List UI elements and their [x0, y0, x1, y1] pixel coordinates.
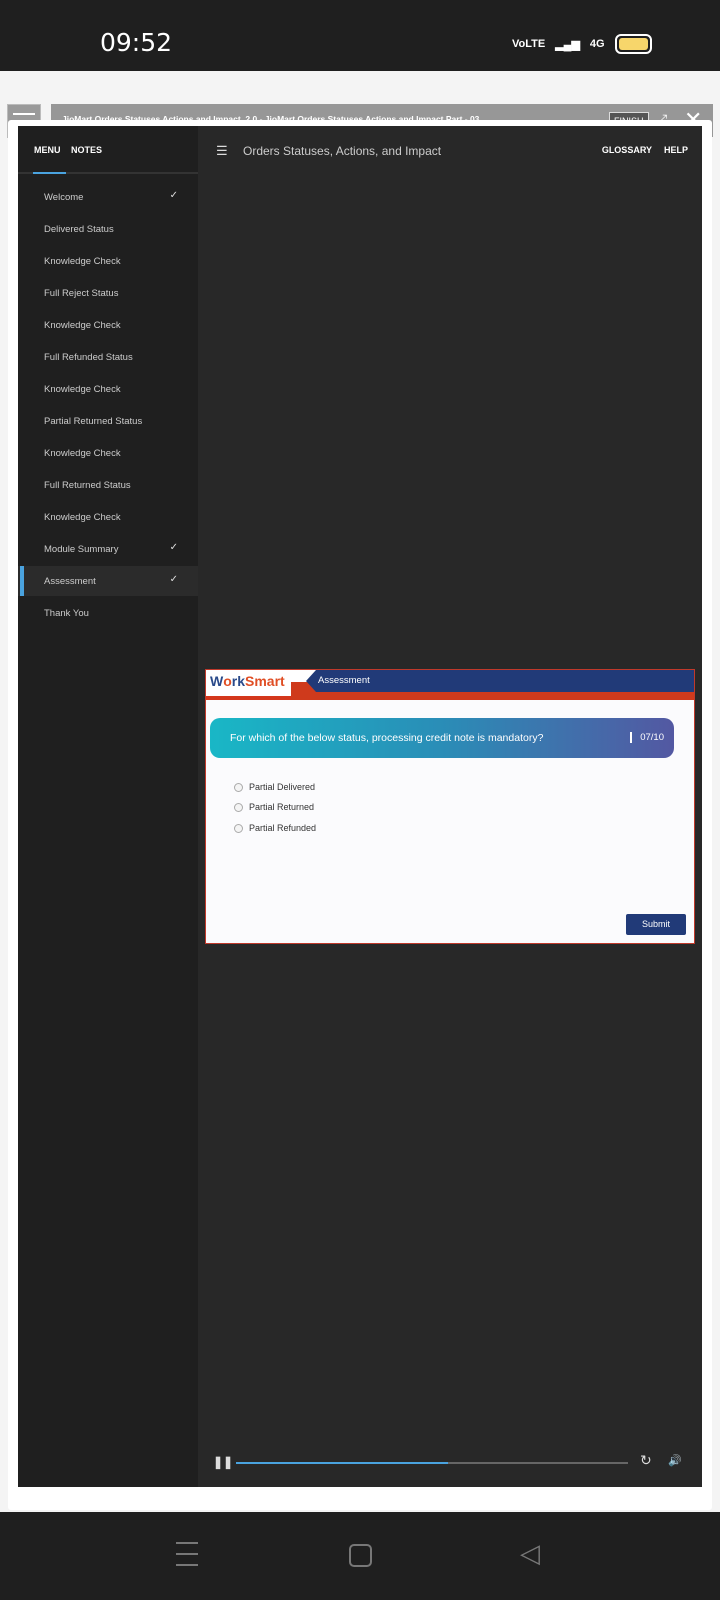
- progress-bar[interactable]: [236, 1462, 628, 1464]
- check-icon: ✓: [169, 542, 178, 553]
- sidebar-item-label: Delivered Status: [44, 224, 114, 235]
- sidebar-item-label: Welcome: [44, 192, 84, 203]
- sidebar-item-label: Knowledge Check: [44, 512, 121, 523]
- volume-icon[interactable]: 🔊: [668, 1454, 682, 1467]
- sidebar-item-label: Knowledge Check: [44, 256, 121, 267]
- radio-icon[interactable]: [234, 802, 243, 812]
- worksmart-logo: WorkSmart: [210, 673, 285, 689]
- volte-icon: VoLTE: [512, 38, 546, 50]
- pause-icon[interactable]: ❚❚: [213, 1455, 233, 1469]
- sidebar-item[interactable]: Welcome ✓: [18, 182, 198, 212]
- sidebar-item[interactable]: Full Reject Status: [18, 278, 198, 308]
- sidebar-item-label: Module Summary: [44, 544, 119, 555]
- sidebar-item[interactable]: Assessment ✓: [18, 566, 198, 596]
- question-text: For which of the below status, processin…: [230, 732, 544, 744]
- sidebar-item-label: Knowledge Check: [44, 320, 121, 331]
- sidebar-item-label: Knowledge Check: [44, 448, 121, 459]
- module-title: Orders Statuses, Actions, and Impact: [243, 144, 442, 158]
- option-radio[interactable]: Partial Returned: [234, 802, 314, 812]
- option-label: Partial Delivered: [249, 782, 316, 792]
- hamburger-icon[interactable]: ☰: [216, 143, 228, 159]
- course-player: MENU NOTES Welcome ✓ Delivered Status Knowl…: [18, 126, 702, 1487]
- sidebar-item[interactable]: Module Summary ✓: [18, 534, 198, 564]
- radio-icon[interactable]: [234, 823, 243, 833]
- sidebar-item[interactable]: Full Refunded Status: [18, 342, 198, 372]
- option-label: Partial Returned: [249, 802, 315, 812]
- sidebar-item[interactable]: Knowledge Check: [18, 246, 198, 276]
- question-banner: For which of the below status, processin…: [210, 718, 674, 758]
- option-label: Partial Refunded: [249, 823, 317, 833]
- sidebar-item-label: Thank You: [44, 608, 89, 619]
- radio-icon[interactable]: [234, 782, 243, 792]
- help-link[interactable]: HELP: [664, 145, 688, 155]
- sidebar-item-label: Assessment: [44, 576, 96, 587]
- sidebar-item-label: Partial Returned Status: [44, 416, 143, 427]
- sidebar-item-label: Full Reject Status: [44, 288, 119, 299]
- home-icon[interactable]: [349, 1544, 372, 1567]
- sidebar-item[interactable]: Knowledge Check: [18, 374, 198, 404]
- sidebar-item[interactable]: Knowledge Check: [18, 438, 198, 468]
- option-radio[interactable]: Partial Delivered: [234, 782, 315, 792]
- tab-notes[interactable]: NOTES: [71, 145, 102, 155]
- battery-icon: [614, 34, 652, 54]
- assessment-slide: WorkSmart Assessment For which of the be…: [205, 669, 695, 944]
- signal-icon: ▂▄▆: [555, 38, 580, 51]
- sidebar-item-label: Full Refunded Status: [44, 352, 133, 363]
- back-icon[interactable]: ◁: [520, 1538, 540, 1569]
- glossary-link[interactable]: GLOSSARY: [602, 145, 652, 155]
- clock: 09:52: [100, 28, 173, 57]
- sidebar-item[interactable]: Knowledge Check: [18, 310, 198, 340]
- sidebar-item-label: Knowledge Check: [44, 384, 121, 395]
- sidebar-item[interactable]: Knowledge Check: [18, 502, 198, 532]
- check-icon: ✓: [169, 190, 178, 201]
- question-counter: 07/10: [630, 732, 664, 743]
- replay-icon[interactable]: ↻: [640, 1452, 652, 1469]
- sidebar-item[interactable]: Thank You: [18, 598, 198, 628]
- sidebar-item[interactable]: Partial Returned Status: [18, 406, 198, 436]
- recents-icon[interactable]: [176, 1542, 198, 1575]
- sidebar: MENU NOTES Welcome ✓ Delivered Status Knowl…: [18, 126, 198, 1487]
- section-title: Assessment: [318, 675, 370, 686]
- status-bar: 09:52 VoLTE ▂▄▆ 4G: [0, 0, 720, 71]
- tab-menu[interactable]: MENU: [34, 145, 61, 155]
- check-icon: ✓: [169, 574, 178, 585]
- sidebar-item[interactable]: Delivered Status: [18, 214, 198, 244]
- sidebar-item-label: Full Returned Status: [44, 480, 131, 491]
- submit-button[interactable]: Submit: [626, 914, 686, 935]
- sidebar-item[interactable]: Full Returned Status: [18, 470, 198, 500]
- system-nav-bar: ◁: [0, 1512, 720, 1600]
- option-radio[interactable]: Partial Refunded: [234, 823, 316, 833]
- network-4g-icon: 4G: [589, 38, 605, 50]
- playback-controls: ❚❚ ↻ 🔊: [198, 1439, 702, 1487]
